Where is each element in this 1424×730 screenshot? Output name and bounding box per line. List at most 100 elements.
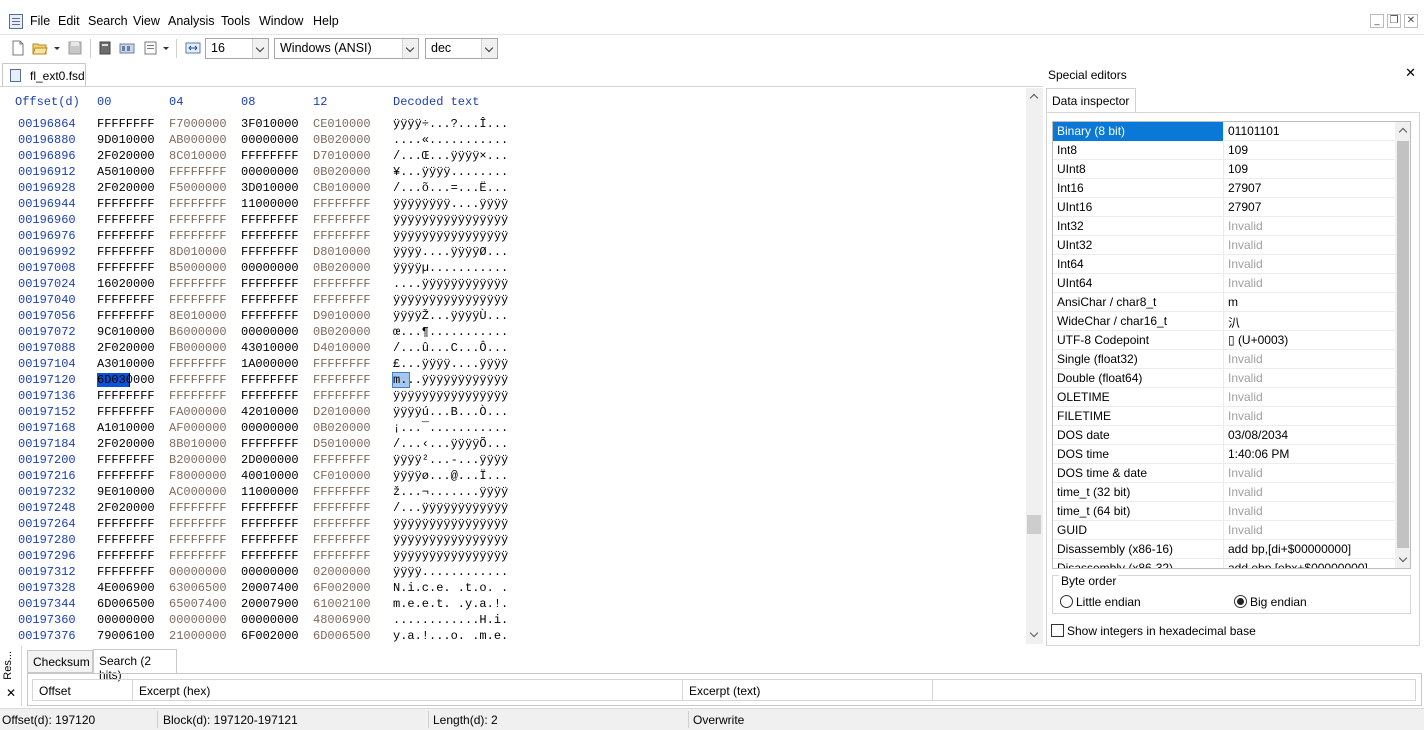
hex-group[interactable]: F5000000: [169, 181, 227, 195]
hex-row[interactable]: 00197168 A1010000 AF000000 00000000 0B020000…: [0, 421, 1026, 437]
hex-group[interactable]: 6D006500: [97, 597, 155, 611]
hex-group[interactable]: FFFFFFFF: [313, 533, 371, 547]
inspector-value[interactable]: 109: [1228, 143, 1248, 157]
inspector-value[interactable]: Invalid: [1228, 409, 1263, 423]
scroll-thumb[interactable]: [1397, 141, 1409, 548]
hex-group[interactable]: 0B020000: [313, 165, 371, 179]
column-divider[interactable]: [932, 680, 933, 700]
hex-group[interactable]: FFFFFFFF: [241, 293, 299, 307]
hex-group[interactable]: FFFFFFFF: [97, 309, 155, 323]
hex-row[interactable]: 00197232 9E010000 AC000000 11000000 FFFFFFFF…: [0, 485, 1026, 501]
inspector-row[interactable]: UInt8 109: [1053, 160, 1395, 179]
decoded-text[interactable]: œ...¶...........: [393, 325, 508, 339]
inspector-row[interactable]: DOS time 1:40:06 PM: [1053, 445, 1395, 464]
hex-group[interactable]: 00000000: [241, 565, 299, 579]
hex-group[interactable]: FFFFFFFF: [169, 517, 227, 531]
hex-group[interactable]: FFFFFFFF: [169, 373, 227, 387]
hex-group[interactable]: 11000000: [241, 197, 299, 211]
menu-view[interactable]: View: [133, 14, 160, 28]
decoded-text[interactable]: /...Œ...ÿÿÿÿ×...: [393, 149, 508, 163]
minimize-icon[interactable]: _: [1370, 14, 1384, 28]
restore-icon[interactable]: ❐: [1387, 14, 1401, 28]
hex-group[interactable]: FFFFFFFF: [169, 389, 227, 403]
close-icon[interactable]: ✕: [1405, 66, 1416, 81]
hex-group[interactable]: FFFFFFFF: [313, 517, 371, 531]
hex-row[interactable]: 00196928 2F020000 F5000000 3D010000 CB010000…: [0, 181, 1026, 197]
inspector-value[interactable]: Invalid: [1228, 504, 1263, 518]
hex-group[interactable]: FFFFFFFF: [169, 213, 227, 227]
hex-group[interactable]: D8010000: [313, 245, 371, 259]
hex-group[interactable]: FFFFFFFF: [313, 293, 371, 307]
hex-group[interactable]: FFFFFFFF: [97, 293, 155, 307]
hex-group[interactable]: 2F020000: [97, 437, 155, 451]
inspector-value[interactable]: 汃: [1228, 314, 1240, 331]
hex-group[interactable]: 2F020000: [97, 341, 155, 355]
hex-group[interactable]: FFFFFFFF: [169, 501, 227, 515]
hex-group[interactable]: FFFFFFFF: [241, 517, 299, 531]
hex-group[interactable]: 79006100: [97, 629, 155, 643]
hex-group[interactable]: FFFFFFFF: [97, 229, 155, 243]
hex-group[interactable]: FFFFFFFF: [313, 485, 371, 499]
decoded-text[interactable]: /...ÿÿÿÿÿÿÿÿÿÿÿÿ: [393, 501, 508, 515]
hex-group[interactable]: FFFFFFFF: [97, 453, 155, 467]
hex-group[interactable]: 00000000: [169, 565, 227, 579]
decoded-text[interactable]: ¡...¯...........: [393, 421, 508, 435]
inspector-value[interactable]: Invalid: [1228, 523, 1263, 537]
menu-analysis[interactable]: Analysis: [168, 14, 215, 28]
inspector-value[interactable]: Invalid: [1228, 390, 1263, 404]
hex-group[interactable]: 0B020000: [313, 325, 371, 339]
inspector-row[interactable]: GUID Invalid: [1053, 521, 1395, 540]
menu-search[interactable]: Search: [88, 14, 128, 28]
hex-row[interactable]: 00197040 FFFFFFFF FFFFFFFF FFFFFFFF FFFFFFFF…: [0, 293, 1026, 309]
hex-group[interactable]: 3F010000: [241, 117, 299, 131]
hex-group[interactable]: FB000000: [169, 341, 227, 355]
hex-group[interactable]: 00000000: [241, 421, 299, 435]
close-icon[interactable]: ✕: [1404, 14, 1418, 28]
hex-row[interactable]: 00197200 FFFFFFFF B2000000 2D000000 FFFFFFFF…: [0, 453, 1026, 469]
menu-edit[interactable]: Edit: [58, 14, 80, 28]
hex-group[interactable]: 2F020000: [97, 181, 155, 195]
hex-group[interactable]: B6000000: [169, 325, 227, 339]
menu-tools[interactable]: Tools: [221, 14, 250, 28]
hex-row[interactable]: 00196896 2F020000 8C010000 FFFFFFFF D7010000…: [0, 149, 1026, 165]
hex-group[interactable]: 3D010000: [241, 181, 299, 195]
inspector-value[interactable]: Invalid: [1228, 466, 1263, 480]
decoded-text[interactable]: £...ÿÿÿÿ....ÿÿÿÿ: [393, 357, 508, 371]
hex-row[interactable]: 00196960 FFFFFFFF FFFFFFFF FFFFFFFF FFFFFFFF…: [0, 213, 1026, 229]
inspector-row[interactable]: time_t (64 bit) Invalid: [1053, 502, 1395, 521]
hex-group[interactable]: FFFFFFFF: [313, 229, 371, 243]
inspector-row[interactable]: UTF-8 Codepoint ▯ (U+0003): [1053, 331, 1395, 350]
open-dropdown-icon[interactable]: [53, 40, 61, 56]
hex-group[interactable]: A1010000: [97, 421, 155, 435]
hex-group[interactable]: 48006900: [313, 613, 371, 627]
decoded-text[interactable]: ÿÿÿÿ²...-...ÿÿÿÿ: [393, 453, 508, 467]
inspector-value[interactable]: Invalid: [1228, 352, 1263, 366]
hex-group[interactable]: FFFFFFFF: [169, 197, 227, 211]
inspector-value[interactable]: add bp,[di+$00000000]: [1228, 542, 1351, 556]
hex-group[interactable]: 0B020000: [313, 421, 371, 435]
decoded-text[interactable]: /...û...C...Ô...: [393, 341, 508, 355]
hex-group[interactable]: 4E006900: [97, 581, 155, 595]
decoded-text[interactable]: ....ÿÿÿÿÿÿÿÿÿÿÿÿ: [393, 277, 508, 291]
hex-group[interactable]: FFFFFFFF: [169, 293, 227, 307]
view-dropdown-icon[interactable]: [162, 40, 170, 56]
hex-row[interactable]: 00196992 FFFFFFFF 8D010000 FFFFFFFF D8010000…: [0, 245, 1026, 261]
hex-group[interactable]: 2F020000: [97, 501, 155, 515]
hex-group[interactable]: B2000000: [169, 453, 227, 467]
hex-group[interactable]: CE010000: [313, 117, 371, 131]
inspector-row[interactable]: Disassembly (x86-32) add ebp,[ebx+$000000…: [1053, 559, 1395, 568]
scroll-thumb[interactable]: [1027, 515, 1041, 534]
hex-group[interactable]: 2D000000: [241, 453, 299, 467]
hex-group[interactable]: FFFFFFFF: [313, 197, 371, 211]
hex-group[interactable]: FFFFFFFF: [97, 245, 155, 259]
hex-group[interactable]: FFFFFFFF: [97, 565, 155, 579]
hex-base-checkbox[interactable]: [1051, 624, 1064, 637]
hex-group[interactable]: 40010000: [241, 469, 299, 483]
decoded-text[interactable]: ÿÿÿÿø...@...Ï...: [393, 469, 508, 483]
hex-group[interactable]: 9D010000: [97, 133, 155, 147]
inspector-row[interactable]: UInt16 27907: [1053, 198, 1395, 217]
hex-group[interactable]: FFFFFFFF: [169, 533, 227, 547]
hex-group[interactable]: 00000000: [241, 261, 299, 275]
hex-group[interactable]: FFFFFFFF: [241, 229, 299, 243]
hex-group[interactable]: 65007400: [169, 597, 227, 611]
